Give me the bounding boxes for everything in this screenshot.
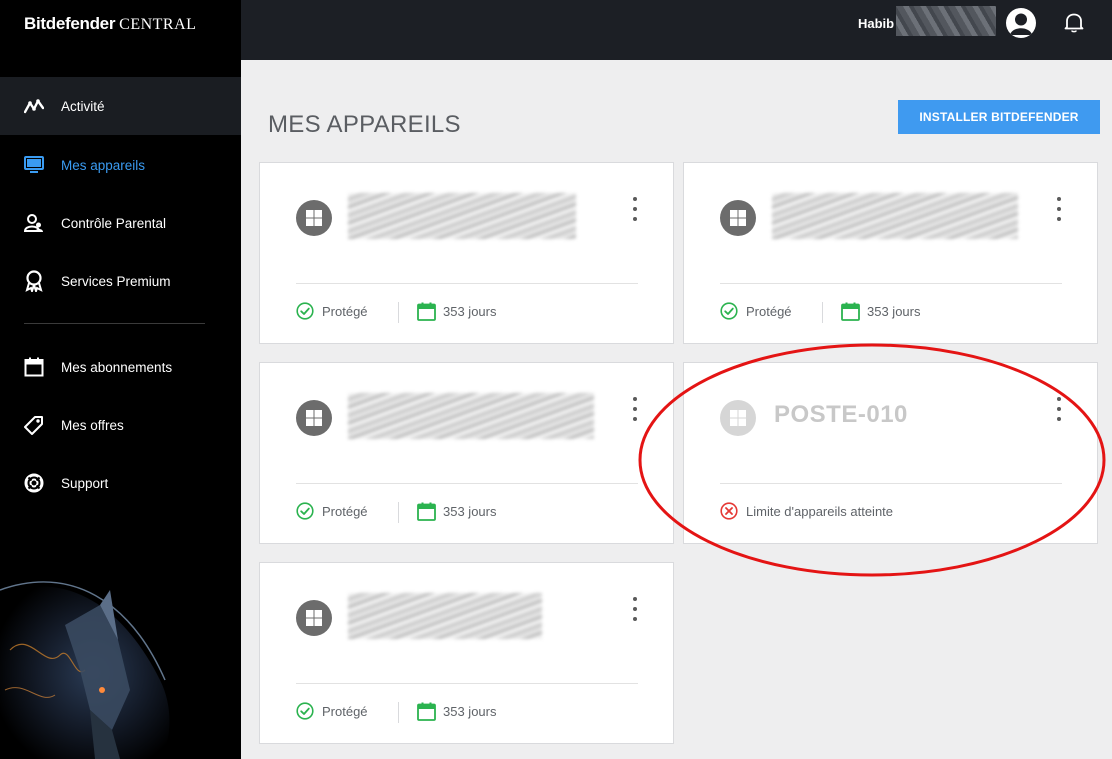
device-card[interactable]: Protégé 353 jours: [683, 162, 1098, 344]
card-divider: [296, 283, 638, 284]
logo-product: CENTRAL: [119, 16, 197, 33]
page-title: MES APPAREILS: [268, 111, 461, 138]
sidebar: Bitdefender CENTRAL Activité Mes appareil…: [0, 0, 241, 759]
top-header: Habib: [241, 0, 1112, 60]
notification-bell-icon[interactable]: [1063, 11, 1085, 33]
check-circle-icon: [720, 302, 738, 320]
limit-status: Limite d'appareils atteinte: [720, 502, 893, 520]
check-circle-icon: [296, 502, 314, 520]
windows-icon: [296, 600, 332, 636]
redacted-device-name: [348, 393, 594, 439]
nav-item-mes-offres[interactable]: Mes offres: [0, 396, 241, 454]
status-label: Protégé: [746, 303, 792, 319]
windows-icon: [720, 400, 756, 436]
redacted-device-name: [348, 593, 542, 639]
card-divider: [720, 283, 1062, 284]
tag-icon: [23, 414, 45, 436]
protection-status: Protégé: [296, 502, 368, 520]
install-bitdefender-button[interactable]: INSTALLER BITDEFENDER: [898, 100, 1100, 134]
check-circle-icon: [296, 702, 314, 720]
device-menu-button[interactable]: [631, 597, 639, 621]
device-menu-button[interactable]: [631, 197, 639, 221]
nav-label-controle-parental: Contrôle Parental: [61, 215, 167, 231]
device-menu-button[interactable]: [631, 397, 639, 421]
nav-item-controle-parental[interactable]: Contrôle Parental: [0, 194, 241, 252]
calendar-green-icon: [417, 302, 436, 321]
check-circle-icon: [296, 302, 314, 320]
nav-label-services-premium: Services Premium: [61, 273, 171, 289]
subscription-days: 353 jours: [417, 502, 496, 521]
vertical-divider: [822, 302, 823, 323]
protection-status: Protégé: [296, 302, 368, 320]
device-menu-button[interactable]: [1055, 397, 1063, 421]
nav-label-mes-offres: Mes offres: [61, 417, 124, 433]
sidebar-artwork: [0, 560, 241, 759]
status-label: Protégé: [322, 703, 368, 719]
subscription-days: 353 jours: [417, 702, 496, 721]
days-label: 353 jours: [443, 704, 497, 719]
username[interactable]: Habib: [858, 16, 894, 31]
nav-divider: [24, 323, 205, 324]
redacted-device-name: [772, 193, 1018, 239]
device-name: POSTE-010: [774, 401, 908, 428]
vertical-divider: [398, 502, 399, 523]
vertical-divider: [398, 702, 399, 723]
redacted-device-name: [348, 193, 576, 239]
calendar-icon: [23, 356, 45, 378]
protection-status: Protégé: [720, 302, 792, 320]
lifebuoy-icon: [23, 472, 45, 494]
calendar-green-icon: [417, 502, 436, 521]
error-circle-icon: [720, 502, 738, 520]
status-label: Protégé: [322, 503, 368, 519]
nav-item-support[interactable]: Support: [0, 454, 241, 512]
status-label: Limite d'appareils atteinte: [746, 503, 894, 519]
nav-item-activite[interactable]: Activité: [0, 77, 241, 135]
device-menu-button[interactable]: [1055, 197, 1063, 221]
protection-status: Protégé: [296, 702, 368, 720]
logo[interactable]: Bitdefender CENTRAL: [24, 14, 196, 34]
status-label: Protégé: [322, 303, 368, 319]
days-label: 353 jours: [867, 304, 921, 319]
calendar-green-icon: [417, 702, 436, 721]
device-card[interactable]: Protégé 353 jours: [259, 162, 674, 344]
premium-ribbon-icon: [23, 270, 45, 292]
nav-label-mes-abonnements: Mes abonnements: [61, 359, 173, 375]
activity-icon: [23, 95, 45, 117]
days-label: 353 jours: [443, 304, 497, 319]
card-divider: [296, 683, 638, 684]
device-card[interactable]: Protégé 353 jours: [259, 362, 674, 544]
windows-icon: [720, 200, 756, 236]
device-card[interactable]: Protégé 353 jours: [259, 562, 674, 744]
vertical-divider: [398, 302, 399, 323]
calendar-green-icon: [841, 302, 860, 321]
nav-item-mes-appareils[interactable]: Mes appareils: [0, 136, 241, 194]
subscription-days: 353 jours: [417, 302, 496, 321]
card-divider: [296, 483, 638, 484]
subscription-days: 353 jours: [841, 302, 920, 321]
days-label: 353 jours: [443, 504, 497, 519]
device-card-limit-reached[interactable]: POSTE-010 Limite d'appareils atteinte: [683, 362, 1098, 544]
monitor-icon: [23, 154, 45, 176]
nav-label-mes-appareils: Mes appareils: [61, 157, 146, 173]
windows-icon: [296, 400, 332, 436]
logo-brand: Bitdefender: [24, 14, 116, 33]
card-divider: [720, 483, 1062, 484]
windows-icon: [296, 200, 332, 236]
user-avatar-icon[interactable]: [1006, 8, 1036, 38]
parental-control-icon: [23, 212, 45, 234]
nav-item-services-premium[interactable]: Services Premium: [0, 252, 241, 310]
nav-label-activite: Activité: [61, 98, 105, 114]
nav-label-support: Support: [61, 475, 109, 491]
redacted-username: [896, 6, 996, 36]
nav-item-mes-abonnements[interactable]: Mes abonnements: [0, 338, 241, 396]
